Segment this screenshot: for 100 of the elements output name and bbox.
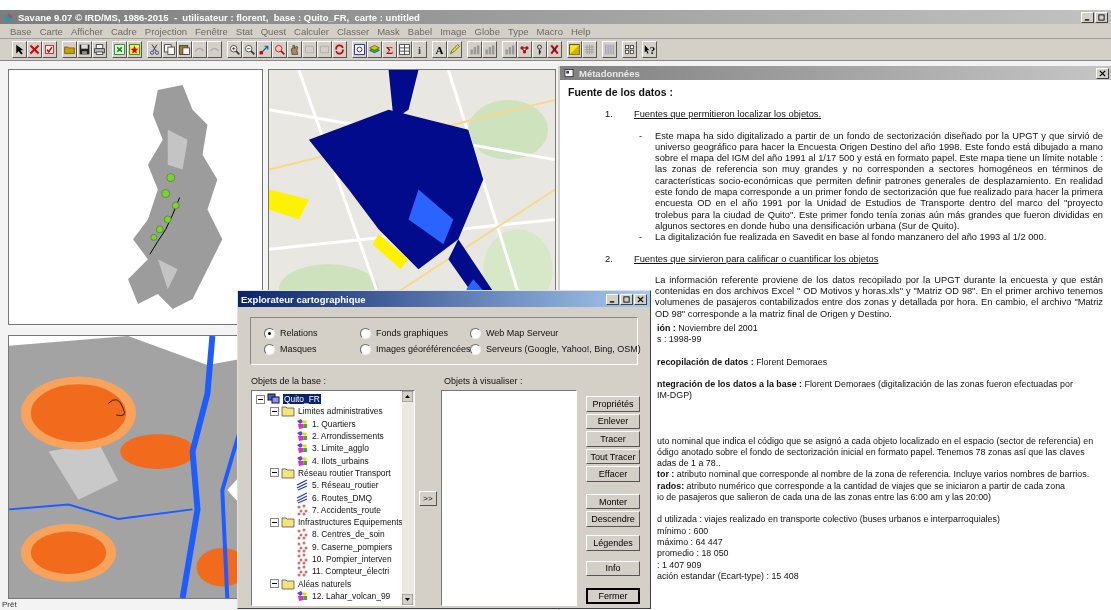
tree-item[interactable]: 4. Ilots_urbains (311, 455, 370, 466)
dialog-button[interactable]: Descendre (586, 511, 640, 528)
menu-item[interactable]: Globe (470, 25, 504, 37)
tree-item[interactable]: 10. Pompier_interven (311, 554, 393, 564)
sum-button[interactable]: Σ (382, 41, 397, 58)
dialog-button[interactable]: Monter (586, 493, 640, 510)
zoom-in-button[interactable] (227, 41, 242, 58)
folder-button[interactable] (62, 41, 77, 58)
menu-item[interactable]: Macro (532, 25, 567, 37)
dialog-button[interactable]: Légendes (586, 535, 640, 551)
tree-item[interactable]: Aléas naturels (297, 578, 353, 589)
dialog-button[interactable]: Enlever (586, 413, 640, 430)
tree-item[interactable]: Limites administratives (297, 406, 384, 417)
tree-item[interactable]: Réseau routier Transport (297, 467, 392, 478)
legend-button[interactable] (622, 41, 637, 58)
tree-item[interactable]: 5. Réseau_routier (311, 480, 380, 491)
zoom-out-button[interactable] (242, 41, 257, 58)
menu-item[interactable]: Afficher (66, 25, 107, 37)
expander-icon[interactable] (270, 517, 279, 527)
radio-label[interactable]: Serveurs (Google, Yahoo!, Bing, OSM) (486, 344, 641, 354)
refresh-button[interactable] (332, 41, 347, 58)
add-button[interactable]: >> (419, 490, 437, 506)
dialog-button[interactable]: Propriétés (586, 396, 640, 412)
expander-icon[interactable] (256, 394, 265, 404)
expander-icon[interactable] (270, 579, 279, 589)
chart-button[interactable] (482, 41, 497, 58)
tree-item[interactable]: 6. Routes_DMQ (311, 492, 374, 503)
radio-button[interactable] (470, 327, 481, 339)
dialog-button[interactable]: Effacer (586, 466, 640, 482)
menu-item[interactable]: Quest (256, 25, 291, 37)
radio-button[interactable] (470, 343, 481, 355)
menu-item[interactable]: Babel (403, 25, 437, 37)
tree-item[interactable]: 12. Lahar_volcan_99 (311, 590, 392, 601)
minimize-button[interactable] (606, 293, 619, 305)
grid-button[interactable] (582, 41, 597, 58)
menu-item[interactable]: Projection (140, 25, 192, 37)
tree-item[interactable]: 9. Caserne_pompiers (311, 541, 394, 552)
radio-label[interactable]: Relations (280, 328, 318, 338)
menu-item[interactable]: Cadre (106, 25, 141, 37)
tree-item[interactable]: 8. Centres_de_soin (311, 529, 386, 540)
radio-button[interactable] (264, 343, 275, 355)
scrollbar[interactable] (402, 391, 414, 605)
tree-item[interactable]: 11. Compteur_électri (311, 566, 391, 577)
minimize-button[interactable] (1081, 11, 1094, 23)
scroll-up-icon[interactable] (402, 391, 413, 402)
menu-item[interactable]: Classer (332, 25, 374, 37)
tree-item[interactable]: 1. Quartiers (311, 418, 357, 429)
tree-item[interactable]: Infrastructures Equipements (297, 517, 402, 528)
menu-item[interactable]: Calculer (290, 25, 333, 37)
menu-item[interactable]: Base (6, 25, 36, 37)
frame-button[interactable] (317, 41, 332, 58)
floppy-disk-button[interactable] (77, 41, 92, 58)
radio-label[interactable]: Web Map Serveur (486, 328, 559, 338)
close-button[interactable] (634, 293, 647, 305)
chart-button[interactable] (502, 41, 517, 58)
menu-item[interactable]: Stat (231, 25, 257, 37)
gradient-button[interactable] (567, 41, 582, 58)
dialog-button[interactable]: Info (586, 560, 640, 577)
close-button[interactable] (1096, 67, 1109, 79)
printer-button[interactable] (92, 41, 107, 58)
radio-button[interactable] (360, 343, 371, 355)
dialog-button[interactable]: Fermer (586, 588, 640, 604)
pencil-button[interactable] (447, 41, 462, 58)
key-button[interactable] (532, 41, 547, 58)
menu-item[interactable]: Carte (35, 25, 67, 37)
magnifier-button[interactable] (272, 41, 287, 58)
radio-label[interactable]: Images géoréférencées (376, 344, 471, 354)
copy-button[interactable] (162, 41, 177, 58)
expander-icon[interactable] (270, 468, 279, 478)
expander-icon[interactable] (270, 406, 279, 416)
dialog-button[interactable]: Tracer (586, 431, 640, 447)
tree-item[interactable]: Quito_FR (283, 394, 321, 405)
menu-item[interactable]: Type (503, 25, 533, 37)
zoom-extent-button[interactable] (257, 41, 272, 58)
dialog-button[interactable]: Tout Tracer (586, 448, 640, 465)
hand-button[interactable] (287, 41, 302, 58)
menu-item[interactable]: Mask (373, 25, 404, 37)
menu-item[interactable]: Image (436, 25, 471, 37)
scissors-button[interactable] (147, 41, 162, 58)
frame-button[interactable] (302, 41, 317, 58)
redo-button[interactable] (207, 41, 222, 58)
tree-item[interactable]: 7. Accidents_route (311, 504, 382, 515)
star-document-button[interactable] (127, 41, 142, 58)
menu-item[interactable]: Fenêtre (191, 25, 232, 37)
scroll-down-icon[interactable] (402, 594, 413, 605)
table-button[interactable] (397, 41, 412, 58)
help-button[interactable]: ? (642, 41, 657, 58)
layers-button[interactable] (367, 41, 382, 58)
undo-button[interactable] (192, 41, 207, 58)
tree-item[interactable]: 3. Limite_agglo (311, 443, 370, 454)
spreadsheet-button[interactable] (112, 41, 127, 58)
text-tool-button[interactable]: A (432, 41, 447, 58)
radio-label[interactable]: Masques (280, 344, 317, 354)
hatch-button[interactable] (602, 41, 617, 58)
radio-button[interactable] (264, 327, 275, 339)
paste-button[interactable] (177, 41, 192, 58)
network-button[interactable] (517, 41, 532, 58)
tree-item[interactable]: 2. Arrondissements (311, 431, 385, 442)
cross-figure-button[interactable] (547, 41, 562, 58)
frame-magnifier-button[interactable] (352, 41, 367, 58)
